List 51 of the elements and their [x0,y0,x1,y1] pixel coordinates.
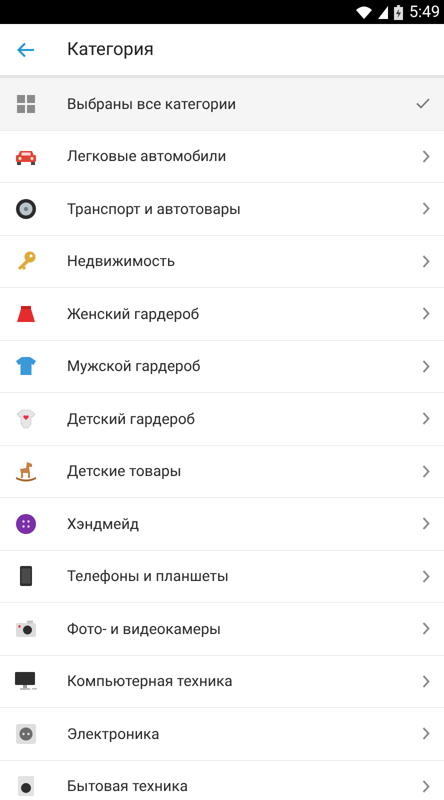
chevron-right-icon [422,727,430,740]
battery-icon [394,4,404,20]
wheel-icon [15,198,37,220]
category-label: Недвижимость [67,251,176,272]
category-label: Телефоны и планшеты [67,566,230,587]
chevron-right-icon [422,360,430,373]
category-label: Детский гардероб [67,408,196,430]
category-label: Женский гардероб [67,304,200,324]
category-item[interactable]: Детские товары [0,446,444,498]
clock-time: 5:49 [409,4,440,20]
category-label: Бытовая техника [67,776,189,797]
t-shirt-icon [15,355,37,378]
category-label: Транспорт и автотовары [67,198,242,220]
chevron-right-icon [422,517,430,530]
rocking-horse-icon [15,460,37,482]
category-item[interactable]: Компьютерная техника [0,656,444,708]
chevron-right-icon [422,412,430,426]
category-label: Детские товары [67,461,182,482]
category-item[interactable]: Выбраны все категории [0,78,444,130]
chevron-right-icon [422,570,430,583]
category-label: Фото- и видеокамеры [67,618,222,640]
chevron-right-icon [422,674,430,688]
grid-icon [15,92,37,115]
signal-icon [378,6,388,18]
category-label: Компьютерная техника [67,671,234,692]
chevron-right-icon [422,622,430,636]
checkmark-icon [416,98,430,110]
toolbar-title: Категория [67,38,154,62]
wifi-icon [356,6,372,18]
category-label: Хэндмейд [67,514,140,534]
category-item[interactable]: Телефоны и планшеты [0,550,444,603]
chevron-right-icon [422,780,430,793]
category-label: Легковые автомобили [67,146,228,167]
category-item[interactable]: Мужской гардероб [0,340,444,393]
category-label: Выбраны все категории [67,94,238,114]
category-label: Электроника [67,724,160,744]
bodysuit-icon [15,408,37,430]
category-item[interactable]: Недвижимость [0,236,444,288]
chevron-right-icon [422,202,430,216]
power-socket-icon [15,722,37,745]
chevron-right-icon [422,464,430,478]
washing-machine-icon [15,775,37,798]
category-label: Мужской гардероб [67,356,202,377]
camera-icon [15,618,37,640]
monitor-icon [15,670,37,692]
chevron-right-icon [422,254,430,268]
chevron-right-icon [422,150,430,163]
sewing-button-icon [15,512,37,535]
category-item[interactable]: Легковые автомобили [0,130,444,183]
chevron-right-icon [422,307,430,320]
back-arrow-icon [17,42,35,58]
